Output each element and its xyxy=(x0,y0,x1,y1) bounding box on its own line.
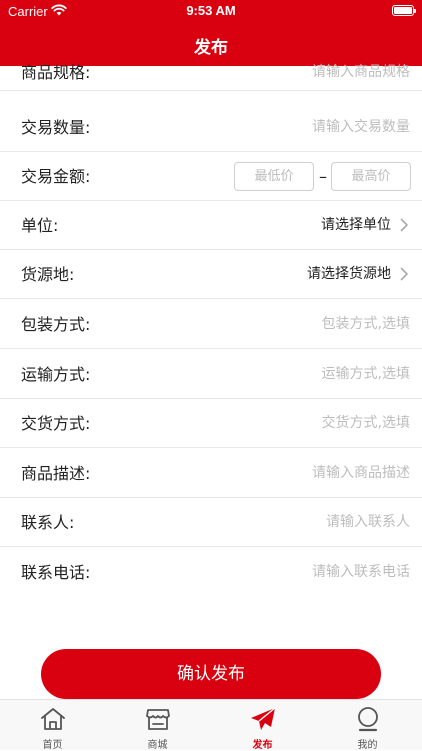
quantity-row[interactable]: 交易数量: 请输入交易数量 xyxy=(0,103,422,152)
transport-label: 运输方式: xyxy=(21,365,91,384)
home-icon xyxy=(41,708,65,730)
chevron-right-icon xyxy=(400,218,408,232)
delivery-input[interactable]: 交货方式,选填 xyxy=(322,399,410,448)
delivery-row[interactable]: 交货方式: 交货方式,选填 xyxy=(0,399,422,448)
amount-row: 交易金额: 最低价 – 最高价 xyxy=(0,152,422,201)
range-dash: – xyxy=(319,167,327,186)
confirm-publish-button[interactable]: 确认发布 xyxy=(41,649,381,699)
battery-icon xyxy=(392,5,416,16)
phone-row[interactable]: 联系电话: 请输入联系电话 xyxy=(0,548,422,597)
unit-select[interactable]: 请选择单位 xyxy=(321,201,391,250)
unit-label: 单位: xyxy=(21,216,59,235)
amount-label: 交易金额: xyxy=(21,167,91,186)
phone-input[interactable]: 请输入联系电话 xyxy=(312,548,410,597)
packaging-row[interactable]: 包装方式: 包装方式,选填 xyxy=(0,300,422,349)
user-icon xyxy=(358,707,378,732)
origin-row[interactable]: 货源地: 请选择货源地 xyxy=(0,250,422,299)
phone-label: 联系电话: xyxy=(21,563,91,582)
tab-publish[interactable]: 发布 xyxy=(210,700,315,751)
chevron-right-icon xyxy=(400,267,408,281)
shop-icon xyxy=(146,709,170,730)
max-price-input[interactable]: 最高价 xyxy=(331,162,411,191)
tab-publish-label: 发布 xyxy=(252,740,273,751)
tab-home[interactable]: 首页 xyxy=(0,700,105,751)
delivery-label: 交货方式: xyxy=(21,414,91,433)
spec-row[interactable]: 商品规格: 请输入商品规格 xyxy=(0,54,422,91)
origin-select[interactable]: 请选择货源地 xyxy=(307,250,391,299)
paper-plane-icon xyxy=(251,707,276,730)
quantity-label: 交易数量: xyxy=(21,118,91,137)
description-label: 商品描述: xyxy=(21,464,91,483)
transport-row[interactable]: 运输方式: 运输方式,选填 xyxy=(0,350,422,399)
spec-label: 商品规格: xyxy=(21,63,91,82)
description-input[interactable]: 请输入商品描述 xyxy=(312,449,410,498)
status-bar: Carrier 9:53 AM xyxy=(0,0,422,22)
origin-label: 货源地: xyxy=(21,265,75,284)
min-price-input[interactable]: 最低价 xyxy=(234,162,314,191)
spec-input[interactable]: 请输入商品规格 xyxy=(312,48,410,97)
tab-mine[interactable]: 我的 xyxy=(315,700,420,751)
tab-shop-label: 商城 xyxy=(147,740,168,751)
description-row[interactable]: 商品描述: 请输入商品描述 xyxy=(0,449,422,498)
clock: 9:53 AM xyxy=(186,3,236,18)
unit-row[interactable]: 单位: 请选择单位 xyxy=(0,201,422,250)
contact-label: 联系人: xyxy=(21,513,75,532)
packaging-label: 包装方式: xyxy=(21,315,91,334)
tab-shop[interactable]: 商城 xyxy=(105,700,210,751)
tab-home-label: 首页 xyxy=(42,740,63,751)
contact-input[interactable]: 请输入联系人 xyxy=(326,498,410,547)
packaging-input[interactable]: 包装方式,选填 xyxy=(322,300,410,349)
tab-bar: 首页 商城 发布 我的 xyxy=(0,699,422,751)
tab-mine-label: 我的 xyxy=(357,740,378,751)
quantity-input[interactable]: 请输入交易数量 xyxy=(312,103,410,152)
contact-row[interactable]: 联系人: 请输入联系人 xyxy=(0,498,422,547)
transport-input[interactable]: 运输方式,选填 xyxy=(322,350,410,399)
